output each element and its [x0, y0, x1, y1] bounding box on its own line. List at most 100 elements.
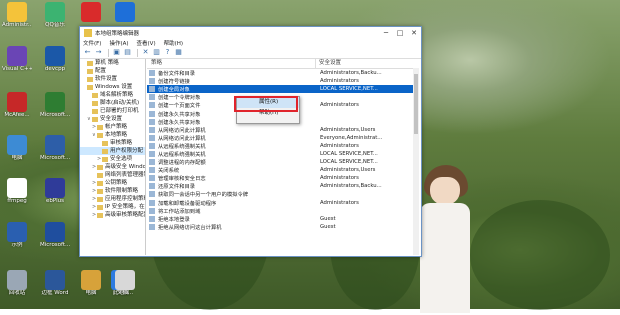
desktop-icon-label: ebPlus: [45, 198, 65, 204]
tree-node[interactable]: > 软件限制策略: [80, 187, 145, 195]
table-row[interactable]: 将工作站添加到域: [147, 207, 419, 215]
desktop-icon[interactable]: ebPlus: [40, 178, 70, 205]
table-row[interactable]: 获取同一会话中另一个用户的模拟令牌: [147, 190, 419, 198]
scroll-thumb[interactable]: [414, 74, 418, 134]
vertical-scrollbar[interactable]: [413, 68, 419, 255]
policy-icon: [149, 215, 155, 222]
table-row[interactable]: 备份文件和目录 Administrators,Backu...: [147, 69, 419, 77]
desktop-icon[interactable]: Microsoft...: [40, 135, 70, 162]
app-shortcut-icon: [45, 92, 65, 112]
table-row[interactable]: 从网络访问此计算机 Administrators,Users: [147, 126, 419, 134]
desktop-icon[interactable]: Administr...: [2, 2, 32, 29]
policy-icon: [149, 118, 155, 125]
back-icon[interactable]: ←: [83, 48, 92, 57]
tree-node-label: 脚本(启动/关机): [100, 100, 140, 106]
policy-name: 备份文件和目录: [158, 71, 196, 78]
menu-item[interactable]: 操作(A): [109, 39, 128, 47]
table-row[interactable]: 关闭系统 Administrators,Users: [147, 166, 419, 174]
tree-node[interactable]: Windows 设置: [80, 83, 145, 91]
desktop-icon[interactable]: 回收站: [2, 270, 32, 297]
desktop-icon[interactable]: 电脑: [2, 135, 32, 162]
desktop-icon[interactable]: Visual C++...: [2, 46, 32, 73]
tree-node[interactable]: ∨ 安全设置: [80, 115, 145, 123]
policy-icon: [149, 175, 155, 182]
tree-node[interactable]: 已部署的打印机: [80, 107, 145, 115]
delete-icon[interactable]: ✕: [141, 48, 150, 57]
forward-icon[interactable]: →: [94, 48, 103, 57]
policy-icon: [149, 110, 155, 117]
table-row[interactable]: 拒绝从网络访问这台计算机 Guest: [147, 223, 419, 231]
desktop-icon[interactable]: Microsoft...: [40, 92, 70, 119]
tree-node[interactable]: 软件设置: [80, 75, 145, 83]
desktop-icon[interactable]: 文档...: [110, 270, 140, 297]
desktop-icon[interactable]: [76, 2, 106, 22]
desktop-icon[interactable]: QQ音乐: [40, 2, 70, 29]
close-icon[interactable]: ✕: [407, 29, 421, 37]
menu-item[interactable]: 帮助(H): [164, 39, 183, 47]
view-icon[interactable]: ▦: [174, 48, 183, 57]
desktop-icon-label: ffmpeg: [7, 198, 27, 204]
desktop-icon[interactable]: 示例: [2, 222, 32, 249]
tree-node[interactable]: 算机 策略: [80, 59, 145, 67]
tree-node-label: IP 安全策略，在: [105, 204, 145, 210]
menu-item[interactable]: 文件(F): [83, 39, 101, 47]
tree-node[interactable]: 网络列表管理器策: [80, 171, 145, 179]
folder-icon: [97, 180, 103, 186]
table-row[interactable]: 加载和卸载设备驱动程序 Administrators: [147, 199, 419, 207]
table-row[interactable]: 创建全局对象 LOCAL SERVICE,NET...: [147, 85, 419, 94]
tree-node[interactable]: > 高级审核策略配置: [80, 211, 145, 219]
desktop-icon[interactable]: ffmpeg: [2, 178, 32, 205]
desktop-icon[interactable]: [110, 2, 140, 22]
table-row[interactable]: 还原文件和目录 Administrators,Backu...: [147, 182, 419, 190]
policy-setting: Everyone,Administrat...: [320, 134, 383, 141]
desktop-icon[interactable]: devcpp: [40, 46, 70, 73]
menu-item[interactable]: 查看(V): [137, 39, 156, 47]
tree-node[interactable]: 审核策略: [80, 139, 145, 147]
policy-tree[interactable]: 算机 策略 配置 软件设置 Windows 设置 域名解析策略 脚本(启动/关机) 已部署的…: [80, 59, 146, 255]
table-row[interactable]: 从远程系统强制关机 Administrators: [147, 142, 419, 150]
help-icon[interactable]: ?: [163, 48, 172, 57]
desktop-icon-label: 回收站: [8, 290, 26, 296]
app-shortcut-icon: [7, 135, 27, 155]
desktop-icon[interactable]: Microsoft...: [40, 222, 70, 249]
column-header: 策略 安全设置: [147, 59, 419, 69]
tree-node[interactable]: > 安全选项: [80, 155, 145, 163]
title-bar[interactable]: 本地组策略编辑器 ─ □ ✕: [80, 27, 421, 38]
tree-node[interactable]: 配置: [80, 67, 145, 75]
tree-node[interactable]: 脚本(启动/关机): [80, 99, 145, 107]
tree-node[interactable]: > 公钥策略: [80, 179, 145, 187]
minimize-icon[interactable]: ─: [379, 29, 393, 37]
folder-icon: [97, 212, 103, 218]
desktop-icon[interactable]: McAfee...: [2, 92, 32, 119]
properties-icon[interactable]: ▥: [152, 48, 161, 57]
table-row[interactable]: 创建符号链接 Administrators: [147, 77, 419, 85]
table-row[interactable]: 从网络访问此计算机 Everyone,Administrat...: [147, 134, 419, 142]
policy-list[interactable]: 策略 安全设置 备份文件和目录 Administrators,Backu... 创建…: [147, 59, 419, 255]
toolbar: ← → ▣ ▤ ✕ ▥? ▦: [80, 47, 421, 59]
policy-icon: [149, 126, 155, 133]
tree-node[interactable]: > IP 安全策略，在: [80, 203, 145, 211]
tree-node[interactable]: > 帐户策略: [80, 123, 145, 131]
tree-node[interactable]: 用户权限分配: [80, 147, 145, 155]
maximize-icon[interactable]: □: [393, 29, 407, 37]
tree-node[interactable]: > 应用程序控制策略: [80, 195, 145, 203]
tree-node[interactable]: > 高级安全 Windov: [80, 163, 145, 171]
tree-node[interactable]: ∨ 本地策略: [80, 131, 145, 139]
desktop-icon[interactable]: 边框 Word: [40, 270, 70, 297]
policy-name: 创建符号链接: [158, 79, 190, 86]
table-row[interactable]: 从远程系统强制关机 LOCAL SERVICE,NET...: [147, 150, 419, 158]
desktop-icon[interactable]: 电脑: [76, 270, 106, 297]
policy-setting: Administrators,Users: [320, 167, 376, 174]
policy-setting: Administrators,Users: [320, 126, 376, 133]
table-row[interactable]: 管理审核和安全日志 Administrators: [147, 174, 419, 182]
show-tree-icon[interactable]: ▤: [123, 48, 132, 57]
column-policy[interactable]: 策略: [147, 59, 315, 68]
desktop-icon-label: Microsoft...: [40, 112, 70, 118]
tree-node[interactable]: 域名解析策略: [80, 91, 145, 99]
table-row[interactable]: 拒绝本地登录 Guest: [147, 215, 419, 223]
table-row[interactable]: 调整进程的内存配额 LOCAL SERVICE,NET...: [147, 158, 419, 166]
up-icon[interactable]: ▣: [112, 48, 121, 57]
tree-node-label: 已部署的打印机: [100, 108, 139, 114]
tree-node-label: 高级安全 Windov: [105, 164, 146, 170]
column-setting[interactable]: 安全设置: [315, 59, 419, 68]
